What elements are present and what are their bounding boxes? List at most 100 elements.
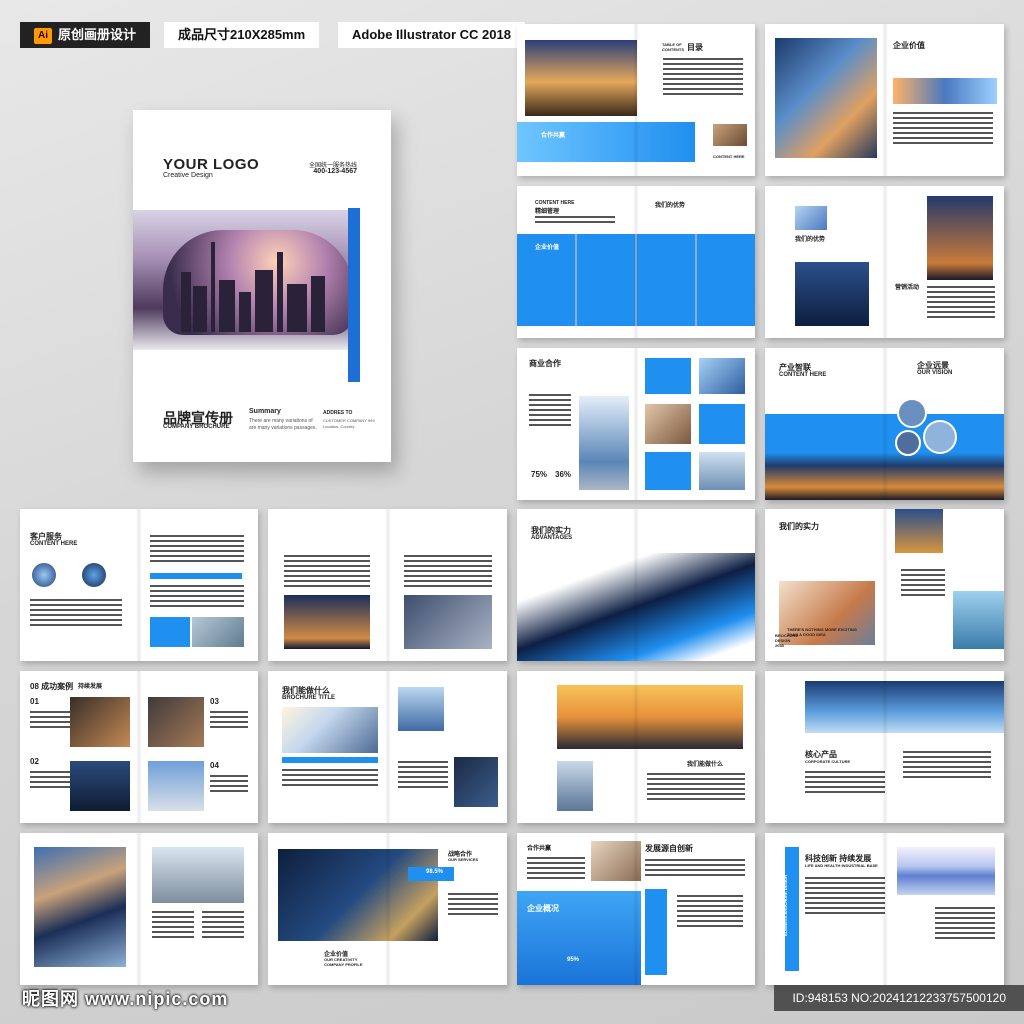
aerial-night-photo	[454, 757, 498, 807]
blue-band	[517, 122, 695, 162]
cooperation2-title: 合作共赢	[527, 846, 552, 852]
cover-tower	[277, 252, 283, 332]
corporate-culture-label: CORPORATE CULTURE	[805, 759, 851, 764]
dev-innovation-title: 发展源自创新	[645, 844, 693, 853]
building-photos	[893, 78, 997, 104]
spread-core-product: 核心产品 CORPORATE CULTURE	[765, 671, 1004, 823]
text-lines	[448, 893, 498, 918]
blue-box	[150, 617, 190, 647]
meeting-photo	[404, 595, 492, 649]
build-dev-label: 持续发展	[78, 684, 103, 690]
cover-building	[193, 286, 207, 332]
spread-strength-2: 我们的实力 THERE'S NOTHING MORE EXCITING THAN…	[765, 509, 1004, 661]
brochure-cover: YOUR LOGO Creative Design 全国统一服务热线 400-1…	[133, 110, 391, 462]
blue-progress-bar	[150, 573, 242, 579]
spread-fold	[136, 833, 142, 985]
towers-photo	[148, 761, 204, 811]
blue-strip	[282, 757, 378, 763]
case-04-num: 04	[210, 761, 219, 770]
text-lines	[150, 585, 244, 610]
stat-75: 75%	[531, 470, 548, 479]
life-health-label: LIFE AND HEALTH INDUSTRIAL BASE	[805, 863, 878, 868]
text-lines	[535, 216, 615, 226]
software-tag: Adobe Illustrator CC 2018	[338, 22, 525, 48]
illustrator-icon: Ai	[34, 27, 52, 44]
creativity-label: OUR CREATIVITY COMPANY PROFILE	[324, 957, 363, 967]
what-we-do2-title: 我们能做什么	[687, 762, 724, 768]
text-lines	[805, 877, 885, 917]
text-lines	[901, 569, 945, 599]
spread-fold	[384, 671, 391, 823]
footer: 昵图网 www.nipic.com ID:948153 NO:202412122…	[0, 985, 1024, 1024]
cover-building	[239, 292, 251, 332]
cover-address-heading: ADDRES TO	[323, 410, 353, 416]
toc-title: 目录	[687, 43, 703, 52]
city-photo	[895, 509, 943, 553]
photo-collage	[34, 847, 126, 967]
glass-building-photo	[70, 761, 130, 811]
success-title: 08 成功案例	[30, 682, 74, 691]
content-here-label: CONTENT HERE	[779, 372, 827, 378]
coast-photo	[953, 591, 1004, 649]
aerial-dusk-photo	[148, 697, 204, 747]
glass-photo	[699, 358, 745, 394]
text-lines	[150, 535, 244, 565]
spread-fold	[881, 671, 888, 823]
our-advantage-title: 我们的优势	[655, 203, 686, 209]
text-lines	[805, 771, 885, 796]
case-01-num: 01	[30, 697, 39, 706]
circle-photo	[923, 420, 957, 454]
text-lines	[282, 769, 378, 789]
circle-photo	[895, 430, 921, 456]
text-lines	[527, 857, 585, 882]
text-lines	[903, 751, 991, 781]
sunset-city-photo	[557, 685, 743, 749]
cover-logo: YOUR LOGO	[163, 156, 260, 173]
cover-building	[287, 284, 307, 332]
skyscraper-photo	[795, 262, 869, 326]
text-lines	[210, 711, 248, 731]
spread-vision: 产业智联 CONTENT HERE 企业远景 OUR VISION	[765, 348, 1004, 500]
photo-grid	[775, 38, 877, 158]
spread-city-sunset: 我们能做什么	[517, 671, 755, 823]
text-lines	[935, 907, 995, 942]
refined-management-label: 精细管理	[535, 209, 560, 215]
text-lines	[529, 394, 571, 429]
cover-building	[255, 270, 273, 332]
spread-fold	[633, 186, 639, 338]
content-here-label: CONTENT HERE	[30, 541, 78, 547]
overview-title: 企业概况	[527, 904, 559, 913]
cover-blue-bar	[348, 208, 360, 382]
stat-98: 98.5%	[426, 869, 444, 875]
night-city-photo	[927, 196, 993, 280]
spread-fold	[881, 348, 888, 500]
cover-phone: 400-123-4567	[313, 168, 357, 175]
cover-building	[219, 280, 235, 332]
enterprise-value-label: 企业价值	[535, 245, 560, 251]
circle-photo	[32, 563, 56, 587]
campus-night-photo	[278, 849, 438, 941]
text-lines	[647, 773, 745, 803]
spread-fold	[881, 833, 888, 985]
text-lines	[210, 775, 248, 795]
spread-marketing: 我们的优势 营销活动	[765, 186, 1004, 338]
text-lines	[927, 286, 995, 321]
spread-products	[268, 509, 507, 661]
text-lines	[30, 599, 122, 629]
cover-logo-sub: Creative Design	[163, 172, 213, 179]
spread-gallery	[20, 833, 258, 985]
spread-fold	[881, 509, 888, 661]
advantages-label: ADVANTAGES	[531, 535, 573, 541]
spread-fold	[633, 24, 639, 176]
cover-summary-text: There are many variations of are many va…	[249, 418, 317, 431]
text-lines	[284, 555, 370, 590]
spread-fold	[633, 671, 639, 823]
enterprise-value-title: 企业价值	[893, 41, 925, 50]
cover-building	[311, 276, 325, 332]
cooperation-label: 合作共赢	[541, 133, 566, 139]
cover-address-text: CUSTOMER COMPANY 999 Location, Country	[323, 418, 375, 429]
building-photo	[699, 452, 745, 490]
spread-what-we-do: 我们能做什么 BROCHURE TITLE	[268, 671, 507, 823]
spread-strength: 我们的实力 ADVANTAGES	[517, 509, 755, 661]
spread-tech-innovation: BUSINESS BROCHURE DESIGN 科技创新 持续发展 LIFE …	[765, 833, 1004, 985]
